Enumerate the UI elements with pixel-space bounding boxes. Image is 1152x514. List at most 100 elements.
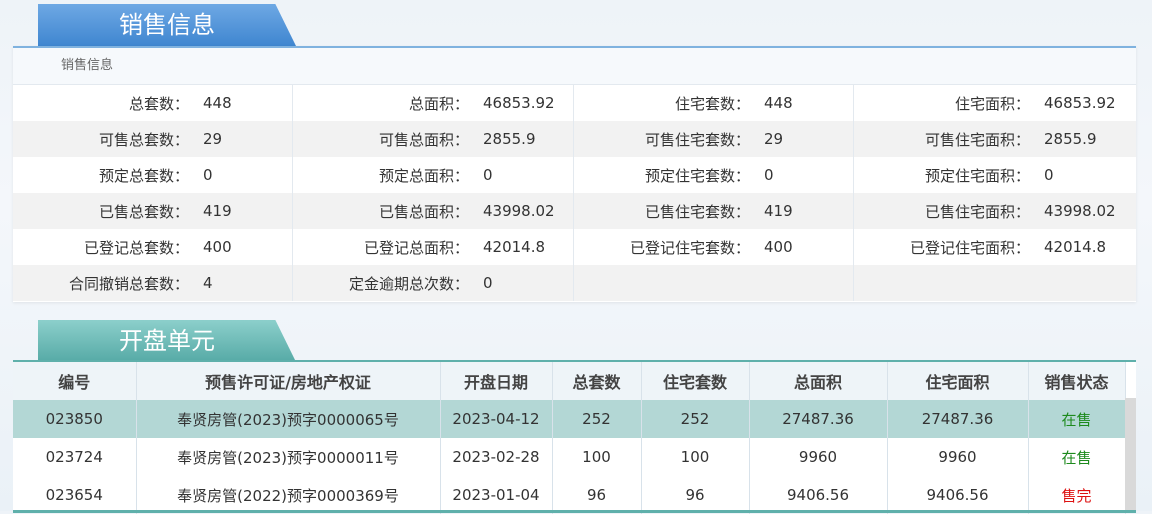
header-status[interactable]: 销售状态 xyxy=(1028,362,1126,400)
cell-total: 252 xyxy=(552,400,642,438)
sales-info-value: 0 xyxy=(764,166,774,184)
sales-info-value: 4 xyxy=(203,274,213,292)
cell-res-area: 9406.56 xyxy=(887,476,1029,514)
cell-res-area: 9960 xyxy=(887,438,1029,476)
header-total[interactable]: 总套数 xyxy=(552,362,642,400)
sales-info-label: 预定住宅套数： xyxy=(644,166,750,185)
cell-id: 023850 xyxy=(13,400,137,438)
sales-info-cell: 已登记住宅套数： 400 xyxy=(574,229,854,265)
sales-info-label: 合同撤销总套数： xyxy=(68,274,189,293)
sales-info-value: 0 xyxy=(1044,166,1054,184)
sales-info-label: 住宅面积： xyxy=(954,94,1030,113)
header-permit[interactable]: 预售许可证/房地产权证 xyxy=(136,362,441,400)
cell-date: 2023-01-04 xyxy=(440,476,553,514)
sales-panel-title: 销售信息 xyxy=(13,48,1136,85)
sales-info-cell: 已售总面积： 43998.02 xyxy=(293,193,574,229)
cell-permit[interactable]: 奉贤房管(2023)预字0000011号 xyxy=(136,438,441,476)
header-area[interactable]: 总面积 xyxy=(749,362,888,400)
sales-info-label: 总面积： xyxy=(408,94,469,113)
header-res-area[interactable]: 住宅面积 xyxy=(887,362,1029,400)
cell-date: 2023-04-12 xyxy=(440,400,553,438)
units-section-tab: 开盘单元 xyxy=(38,320,296,362)
sales-info-value: 43998.02 xyxy=(483,202,555,220)
sales-info-label: 已售总套数： xyxy=(98,202,189,221)
sales-info-cell: 合同撤销总套数： 4 xyxy=(13,265,293,301)
sales-info-label: 预定总套数： xyxy=(98,166,189,185)
sales-info-label: 可售总套数： xyxy=(98,130,189,149)
header-residential[interactable]: 住宅套数 xyxy=(641,362,750,400)
sales-info-cell: 可售住宅面积： 2855.9 xyxy=(854,121,1136,157)
sales-info-cell: 已登记住宅面积： 42014.8 xyxy=(854,229,1136,265)
sales-info-value: 419 xyxy=(764,202,793,220)
sales-info-value: 400 xyxy=(764,238,793,256)
sales-info-cell: 总面积： 46853.92 xyxy=(293,85,574,121)
sales-info-cell: 可售总面积： 2855.9 xyxy=(293,121,574,157)
header-id[interactable]: 编号 xyxy=(13,362,137,400)
cell-status: 售完 xyxy=(1028,476,1126,514)
sales-info-value: 0 xyxy=(203,166,213,184)
cell-res-area: 27487.36 xyxy=(887,400,1029,438)
cell-residential: 100 xyxy=(641,438,750,476)
sales-info-cell xyxy=(854,265,1136,301)
sales-info-value: 2855.9 xyxy=(483,130,536,148)
sales-info-label: 已登记总面积： xyxy=(363,238,469,257)
table-scrollbar[interactable] xyxy=(1125,398,1136,511)
sales-info-value: 42014.8 xyxy=(483,238,546,256)
cell-residential: 96 xyxy=(641,476,750,514)
sales-info-label: 已售总面积： xyxy=(378,202,469,221)
cell-area: 27487.36 xyxy=(749,400,888,438)
cell-permit[interactable]: 奉贤房管(2023)预字0000065号 xyxy=(136,400,441,438)
sales-info-label: 已登记总套数： xyxy=(83,238,189,257)
cell-status: 在售 xyxy=(1028,400,1126,438)
sales-info-cell: 住宅套数： 448 xyxy=(574,85,854,121)
sales-info-label: 已登记住宅面积： xyxy=(909,238,1030,257)
cell-id: 023654 xyxy=(13,476,137,514)
sales-info-value: 46853.92 xyxy=(483,94,555,112)
table-bottom-border xyxy=(13,510,1136,513)
cell-area: 9406.56 xyxy=(749,476,888,514)
cell-id: 023724 xyxy=(13,438,137,476)
sales-info-value: 400 xyxy=(203,238,232,256)
sales-info-label: 已售住宅套数： xyxy=(644,202,750,221)
table-row[interactable]: 023724 奉贤房管(2023)预字0000011号 2023-02-28 1… xyxy=(13,438,1126,476)
sales-info-value: 29 xyxy=(764,130,784,148)
header-date[interactable]: 开盘日期 xyxy=(440,362,553,400)
sales-info-value: 29 xyxy=(203,130,223,148)
sales-info-grid: 总套数： 448 总面积： 46853.92 住宅套数： 448 住宅面积： 46853.92… xyxy=(13,85,1136,301)
sales-info-panel: 销售信息 总套数： 448 总面积： 46853.92 住宅套数： 448 住宅面积： 468… xyxy=(13,46,1136,302)
sales-info-cell: 可售总套数： 29 xyxy=(13,121,293,157)
cell-status: 在售 xyxy=(1028,438,1126,476)
sales-info-value: 0 xyxy=(483,274,493,292)
sales-info-cell xyxy=(574,265,854,301)
sales-info-cell: 已售住宅面积： 43998.02 xyxy=(854,193,1136,229)
cell-residential: 252 xyxy=(641,400,750,438)
table-row[interactable]: 023654 奉贤房管(2022)预字0000369号 2023-01-04 9… xyxy=(13,476,1126,514)
cell-permit[interactable]: 奉贤房管(2022)预字0000369号 xyxy=(136,476,441,514)
sales-info-label: 预定总面积： xyxy=(378,166,469,185)
sales-info-value: 2855.9 xyxy=(1044,130,1097,148)
cell-total: 100 xyxy=(552,438,642,476)
sales-info-label: 可售总面积： xyxy=(378,130,469,149)
sales-info-label: 预定住宅面积： xyxy=(924,166,1030,185)
cell-area: 9960 xyxy=(749,438,888,476)
cell-total: 96 xyxy=(552,476,642,514)
sales-info-label: 总套数： xyxy=(128,94,189,113)
sales-info-cell: 已登记总面积： 42014.8 xyxy=(293,229,574,265)
table-row[interactable]: 023850 奉贤房管(2023)预字0000065号 2023-04-12 2… xyxy=(13,400,1126,438)
sales-info-value: 419 xyxy=(203,202,232,220)
sales-info-cell: 预定总套数： 0 xyxy=(13,157,293,193)
sales-info-value: 448 xyxy=(764,94,793,112)
sales-info-cell: 已登记总套数： 400 xyxy=(13,229,293,265)
sales-info-cell: 住宅面积： 46853.92 xyxy=(854,85,1136,121)
opening-units-table: 编号 预售许可证/房地产权证 开盘日期 总套数 住宅套数 总面积 住宅面积 销售… xyxy=(13,360,1136,514)
sales-info-value: 42014.8 xyxy=(1044,238,1107,256)
sales-info-label: 可售住宅面积： xyxy=(924,130,1030,149)
sales-info-cell: 预定住宅面积： 0 xyxy=(854,157,1136,193)
sales-info-cell: 已售住宅套数： 419 xyxy=(574,193,854,229)
sales-info-value: 0 xyxy=(483,166,493,184)
sales-info-value: 46853.92 xyxy=(1044,94,1116,112)
sales-info-value: 448 xyxy=(203,94,232,112)
cell-date: 2023-02-28 xyxy=(440,438,553,476)
sales-info-label: 住宅套数： xyxy=(674,94,750,113)
sales-info-label: 已售住宅面积： xyxy=(924,202,1030,221)
